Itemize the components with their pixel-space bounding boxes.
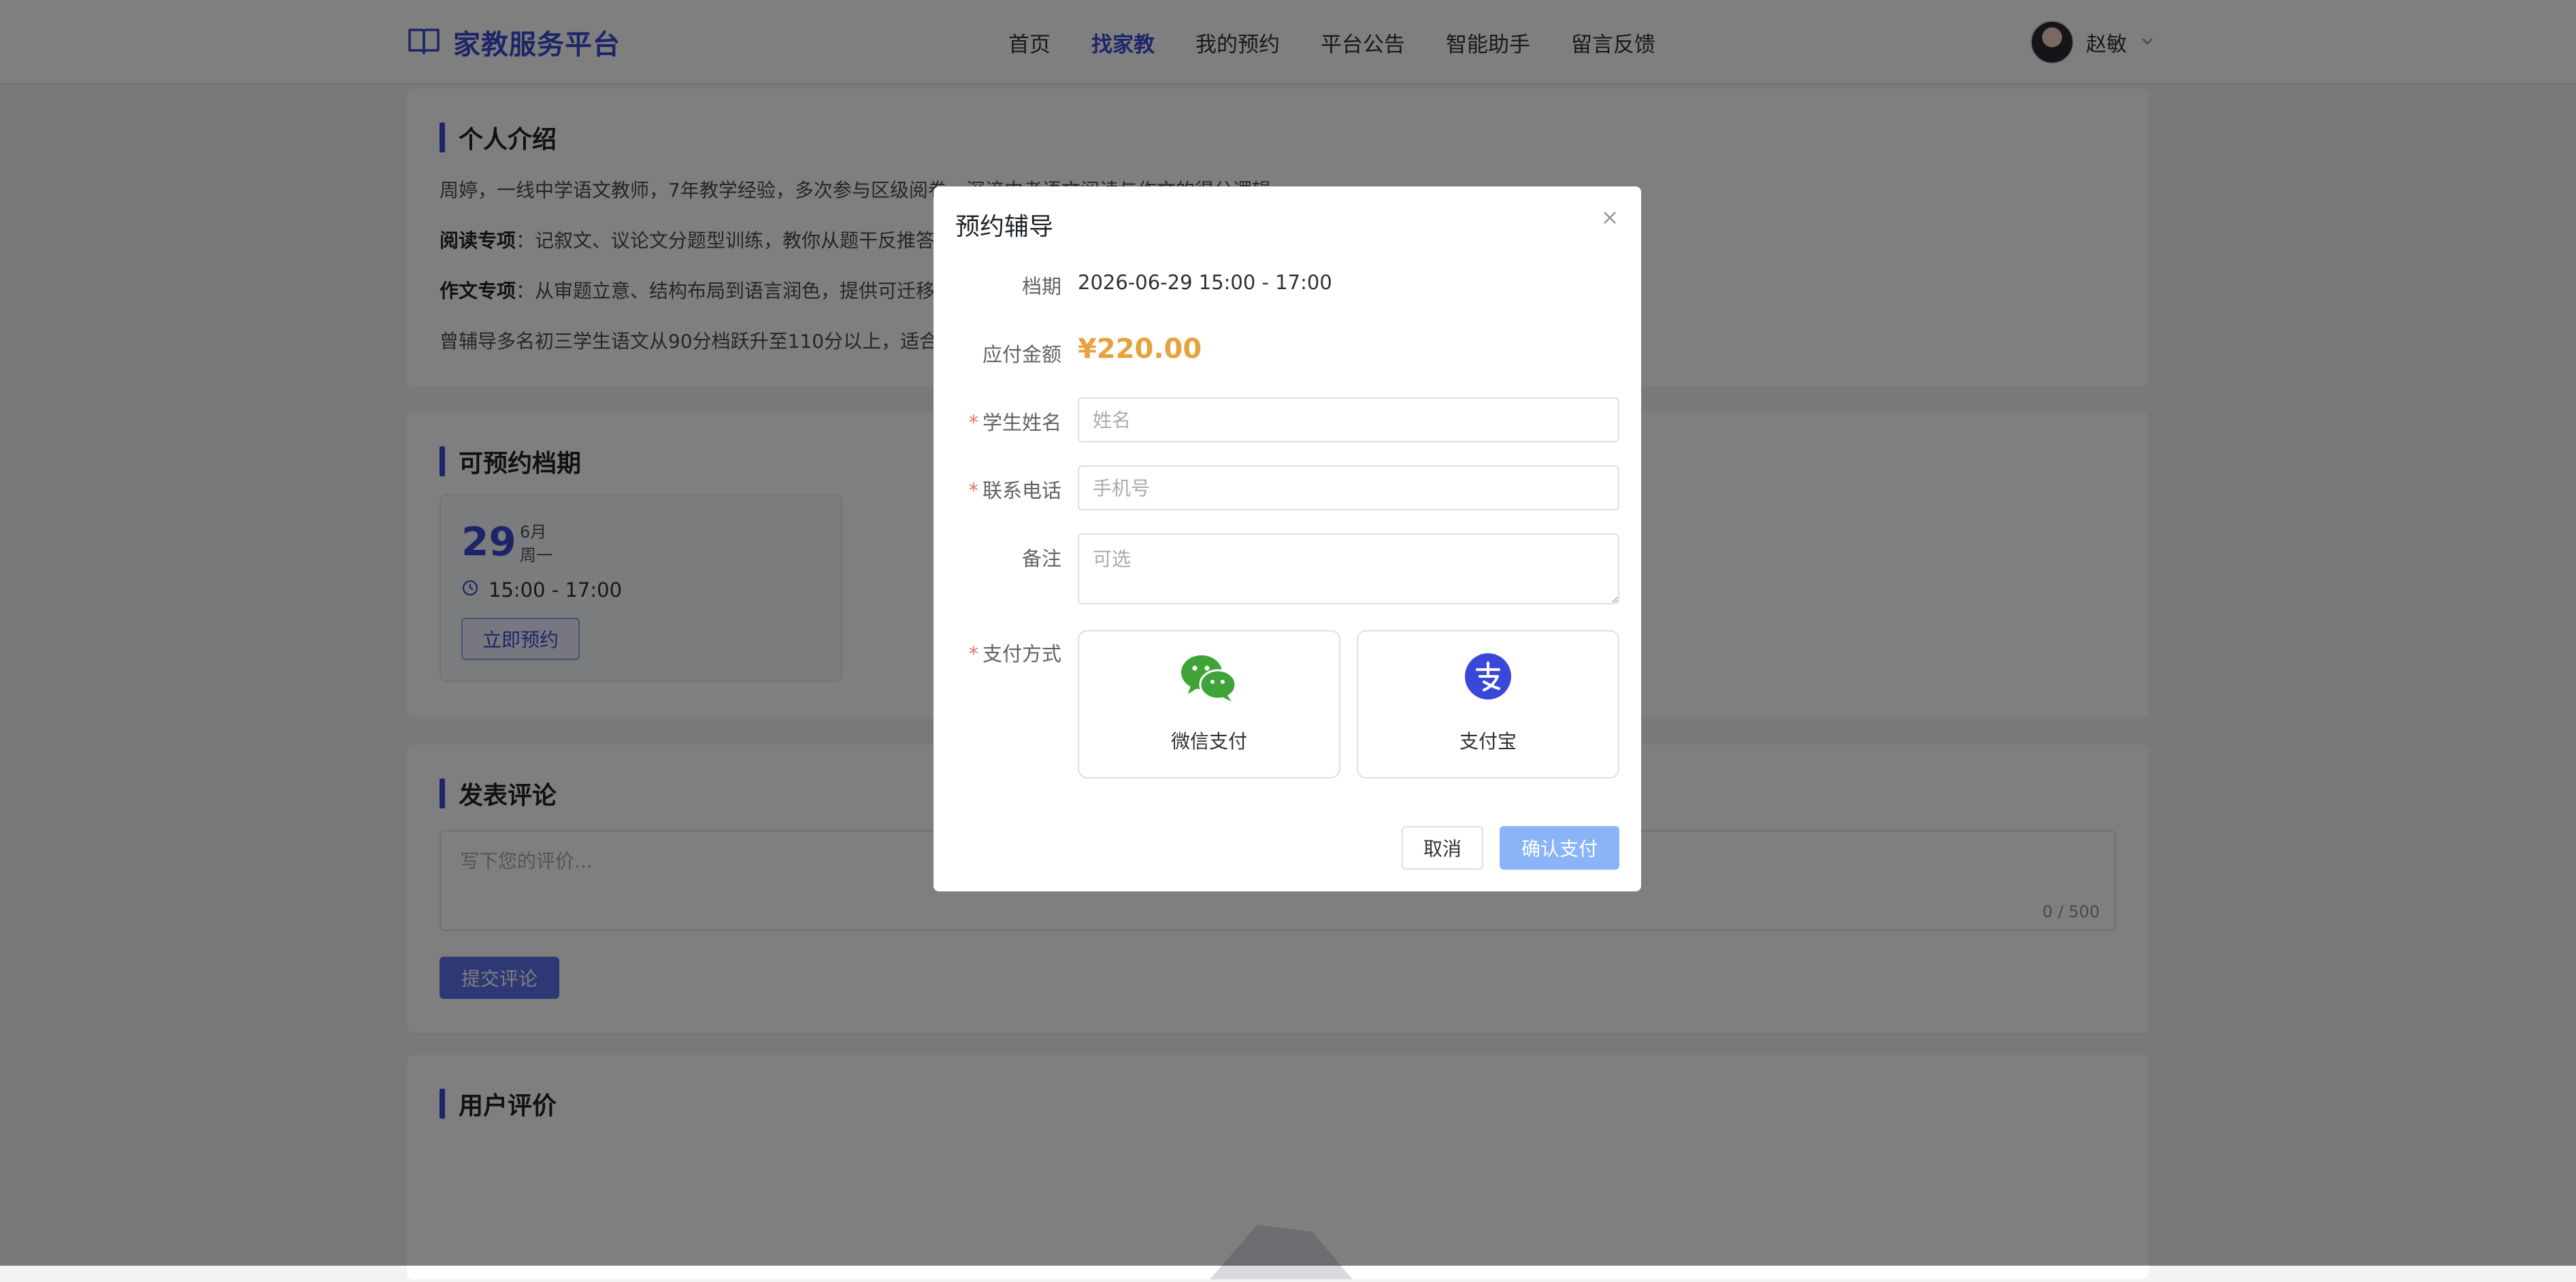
wechat-icon (1180, 652, 1238, 706)
required-mark: * (968, 642, 978, 665)
alipay-label: 支付宝 (1459, 730, 1517, 753)
student-name-label: * 学生姓名 (968, 411, 1061, 434)
amount-value: ¥220.00 (1078, 333, 1202, 365)
required-mark: * (968, 479, 978, 502)
remark-textarea[interactable] (1078, 533, 1619, 604)
alipay-icon (1464, 652, 1513, 704)
amount-label: 应付金额 (982, 343, 1061, 366)
close-icon[interactable] (1598, 206, 1622, 230)
slot-label: 档期 (1021, 275, 1061, 298)
alipay-option[interactable]: 支付宝 (1357, 630, 1619, 778)
wechat-pay-label: 微信支付 (1170, 730, 1247, 753)
required-mark: * (968, 411, 978, 434)
phone-input[interactable] (1078, 465, 1619, 510)
booking-dialog: 预约辅导 档期 2026-06-29 15:00 - 17:00 应付金额 ¥2… (934, 186, 1641, 891)
slot-value: 2026-06-29 15:00 - 17:00 (1078, 271, 1332, 294)
dialog-title: 预约辅导 (955, 213, 1054, 241)
remark-label: 备注 (1021, 547, 1061, 570)
confirm-payment-button[interactable]: 确认支付 (1500, 826, 1619, 870)
phone-label: * 联系电话 (968, 479, 1061, 502)
payment-method-label: * 支付方式 (968, 642, 1061, 665)
student-name-input[interactable] (1078, 397, 1619, 442)
cancel-button[interactable]: 取消 (1402, 826, 1483, 870)
wechat-pay-option[interactable]: 微信支付 (1078, 630, 1340, 778)
